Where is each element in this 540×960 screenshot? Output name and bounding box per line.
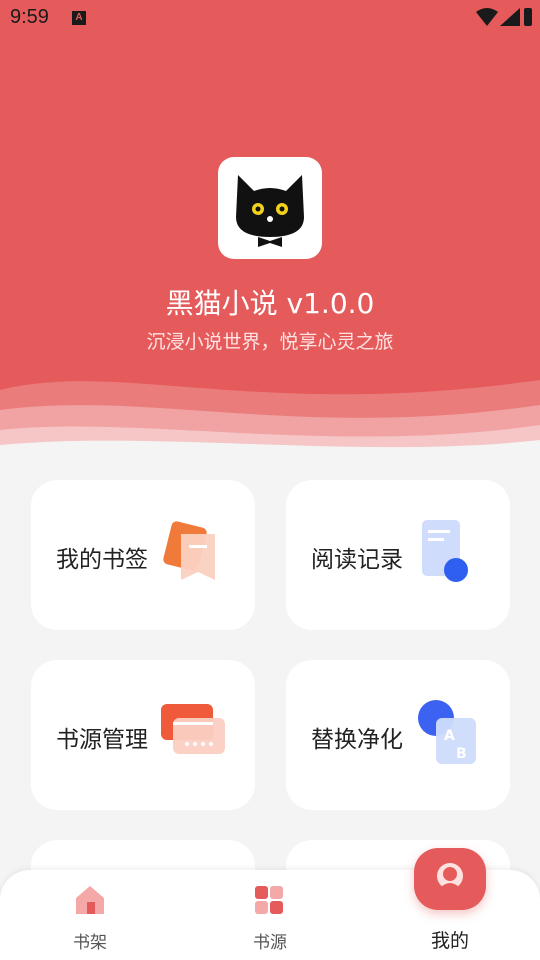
tab-label: 书源 (253, 933, 287, 953)
menu-card-source-manage[interactable]: 书源管理 (31, 660, 255, 810)
menu-card-label: 阅读记录 (311, 547, 403, 573)
bookmark-icon (163, 521, 215, 580)
tab-label: 我的 (430, 930, 469, 952)
status-time: 9:59 (10, 6, 49, 28)
notification-icon: A (72, 11, 86, 25)
tab-bookshelf[interactable]: 书架 (0, 870, 180, 960)
wifi-icon (476, 8, 498, 26)
svg-text:B: B (456, 746, 467, 762)
black-cat-icon (236, 175, 304, 247)
battery-icon (524, 8, 532, 26)
menu-card-bookmarks[interactable]: 我的书签 (31, 480, 255, 630)
bookshelf-icon (76, 886, 104, 914)
profile-header: 9:59 A 黑猫小说 v1.0.0 沉浸小说世界，悦享心灵之旅 (0, 0, 540, 470)
book-source-icon (255, 886, 283, 914)
menu-card-label: 书源管理 (56, 727, 148, 753)
app-logo (218, 157, 322, 259)
source-manage-icon (161, 704, 225, 754)
tab-book-source[interactable]: 书源 (180, 870, 360, 960)
replace-purify-icon: A B (418, 700, 476, 764)
profile-icon (437, 863, 463, 892)
menu-card-replace-purify[interactable]: 替换净化 A B (286, 660, 510, 810)
tab-label: 书架 (73, 933, 107, 953)
menu-card-reading-history[interactable]: 阅读记录 (286, 480, 510, 630)
signal-icon (500, 8, 520, 26)
app-title: 黑猫小说 v1.0.0 (165, 287, 375, 320)
menu-card-label: 我的书签 (56, 547, 148, 573)
svg-text:A: A (444, 728, 455, 744)
tab-profile-active-indicator[interactable] (414, 848, 486, 910)
status-bar: 9:59 A (0, 0, 540, 36)
app-slogan: 沉浸小说世界，悦享心灵之旅 (146, 331, 394, 353)
wave-decoration (0, 380, 540, 470)
reading-history-icon (422, 520, 468, 582)
menu-card-label: 替换净化 (311, 727, 403, 753)
